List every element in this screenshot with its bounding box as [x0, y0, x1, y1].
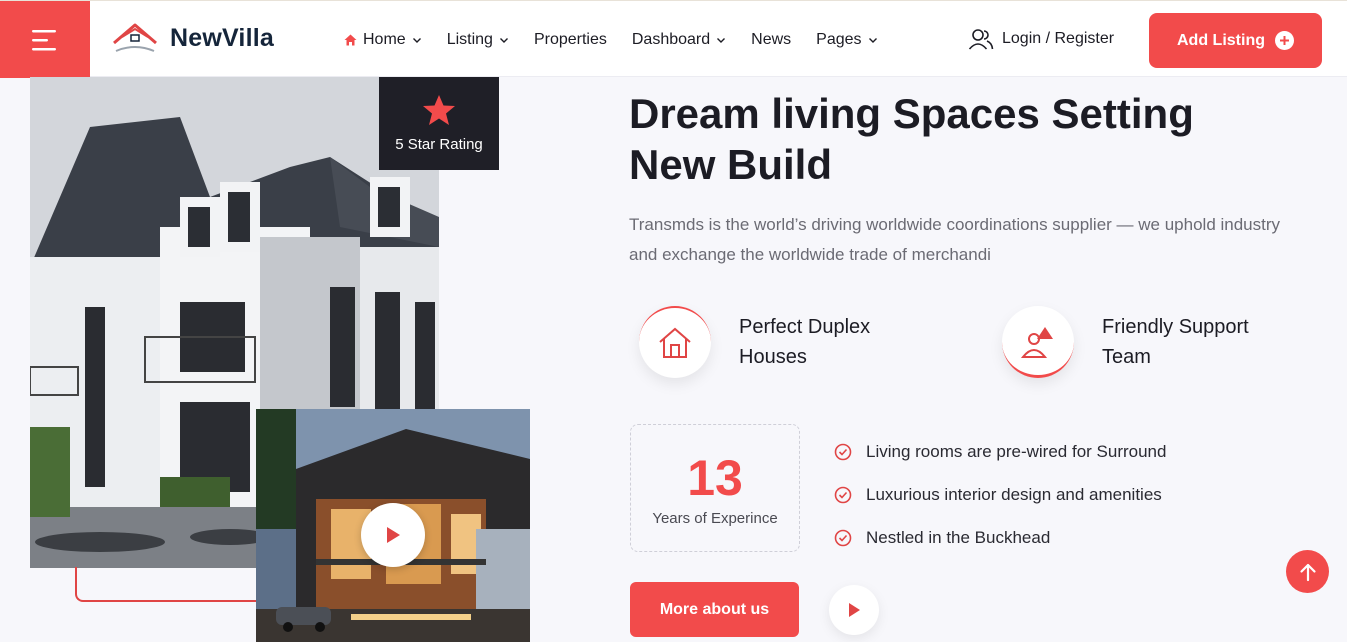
chevron-down-icon: [868, 37, 877, 43]
chevron-down-icon: [717, 37, 726, 43]
feature-label-duplex: Perfect Duplex Houses: [739, 316, 871, 368]
rating-label: 5 Star Rating: [395, 136, 483, 153]
feature-checklist: Living rooms are pre-wired for Surround …: [834, 430, 1166, 559]
logo-house-icon: [113, 23, 157, 52]
hamburger-icon: [32, 29, 56, 50]
chevron-down-icon: [499, 37, 508, 43]
chevron-down-icon: [412, 37, 421, 43]
hero-headline: Dream living Spaces Setting New Build: [629, 90, 1194, 188]
add-listing-label: Add Listing: [1177, 31, 1265, 49]
decorative-line: [75, 567, 256, 602]
user-icon: [968, 29, 994, 50]
nav-label-news: News: [751, 30, 792, 48]
video-play-button[interactable]: [361, 503, 425, 567]
nav-item-dashboard[interactable]: Dashboard: [632, 31, 726, 49]
scroll-to-top-button[interactable]: [1286, 550, 1329, 593]
rating-badge: 5 Star Rating: [379, 77, 499, 170]
main-nav: Home Listing Properties Dashboard News P…: [344, 1, 903, 78]
feature-duplex-houses: Perfect Duplex Houses: [639, 306, 929, 378]
plus-circle-icon: [1274, 31, 1294, 50]
nav-item-listing[interactable]: Listing: [447, 31, 509, 49]
checklist-text: Nestled in the Buckhead: [866, 527, 1051, 547]
years-experience-box: 13 Years of Experince: [630, 424, 800, 552]
support-icon: [1002, 306, 1074, 378]
add-listing-button[interactable]: Add Listing: [1149, 13, 1322, 68]
play-icon: [387, 527, 400, 543]
nav-label-home: Home: [363, 30, 406, 48]
hero-description: Transmds is the world’s driving worldwid…: [629, 215, 1281, 264]
play-icon: [849, 603, 860, 617]
nav-label-listing: Listing: [446, 30, 493, 48]
login-register-link[interactable]: Login / Register: [968, 27, 1114, 51]
home-icon: [344, 34, 357, 45]
nav-item-pages[interactable]: Pages: [816, 31, 877, 49]
house-icon: [639, 306, 711, 378]
nav-label-dashboard: Dashboard: [631, 30, 711, 48]
years-number: 13: [687, 449, 743, 506]
nav-label-properties: Properties: [533, 30, 607, 48]
login-label: Login / Register: [1002, 30, 1115, 47]
check-circle-icon: [834, 529, 852, 546]
nav-item-news[interactable]: News: [751, 31, 791, 49]
check-circle-icon: [834, 486, 852, 503]
arrow-up-icon: [1299, 563, 1316, 581]
star-icon: [423, 95, 455, 125]
checklist-text: Living rooms are pre-wired for Surround: [866, 441, 1167, 461]
years-label: Years of Experince: [652, 509, 778, 527]
checklist-text: Luxurious interior design and amenities: [866, 484, 1162, 504]
list-item: Nestled in the Buckhead: [834, 516, 1166, 559]
site-header: NewVilla Home Listing Properties Dashboa…: [0, 0, 1347, 78]
menu-toggle-button[interactable]: [0, 1, 90, 78]
list-item: Living rooms are pre-wired for Surround: [834, 430, 1166, 473]
logo-text: NewVilla: [170, 23, 274, 52]
nav-item-home[interactable]: Home: [344, 31, 422, 49]
list-item: Luxurious interior design and amenities: [834, 473, 1166, 516]
nav-label-pages: Pages: [816, 30, 862, 48]
feature-support-team: Friendly Support Team: [1002, 306, 1292, 378]
feature-label-support: Friendly Support Team: [1102, 316, 1249, 368]
more-about-us-button[interactable]: More about us: [630, 582, 799, 637]
nav-item-properties[interactable]: Properties: [534, 31, 607, 49]
site-logo[interactable]: NewVilla: [112, 21, 274, 55]
check-circle-icon: [834, 443, 852, 460]
secondary-play-button[interactable]: [829, 585, 879, 635]
